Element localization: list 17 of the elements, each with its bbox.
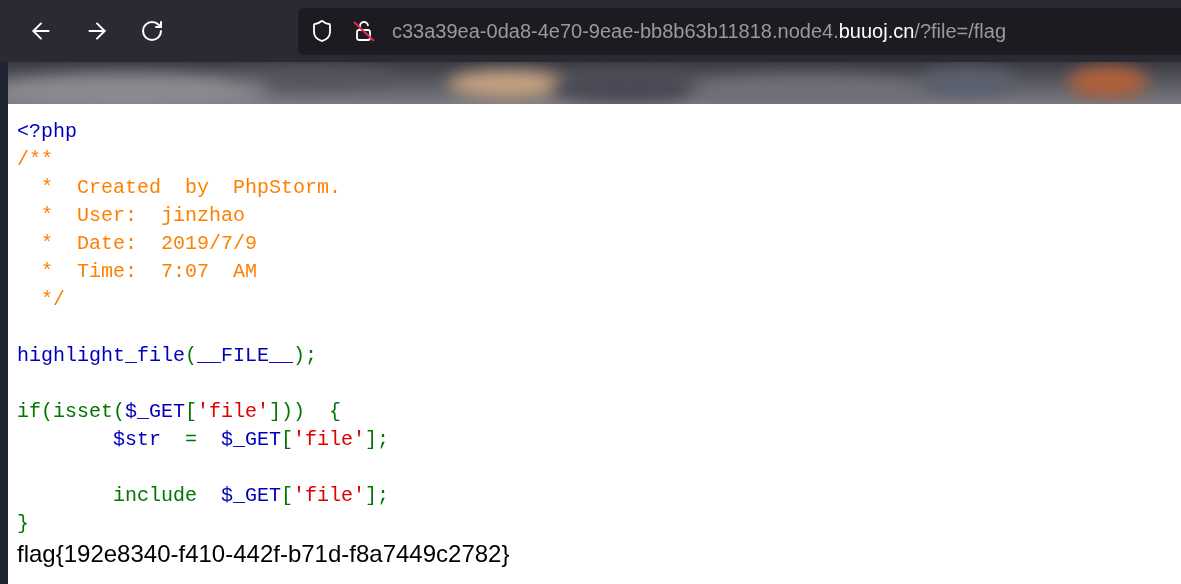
code-line: */: [40, 287, 65, 313]
code-line: <?php: [17, 119, 77, 145]
code-line: * Created by PhpStorm.: [40, 175, 342, 201]
code-line: * User: jinzhao: [40, 203, 246, 229]
code-line: /**: [17, 147, 53, 173]
code-line: * Date: 2019/7/9: [40, 231, 258, 257]
code-line: }: [17, 511, 29, 537]
flag-output: flag{192e8340-f410-442f-b71d-f8a7449c2782}: [17, 539, 510, 569]
code-line: highlight_file(__FILE__);: [17, 343, 318, 369]
code-line: * Time: 7:07 AM: [40, 259, 258, 285]
shield-icon[interactable]: [310, 19, 334, 43]
code-line: if(isset($_GET['file'])) {: [17, 399, 342, 425]
crossed-lock-icon[interactable]: [352, 19, 376, 43]
code-line: $str = $_GET['file'];: [112, 427, 390, 453]
code-line: include $_GET['file'];: [112, 483, 390, 509]
reload-icon[interactable]: [140, 19, 164, 43]
address-bar[interactable]: c33a39ea-0da8-4e70-9eae-bb8b63b11818.node4.buuoj.cn/?file=/flag: [298, 7, 1181, 55]
